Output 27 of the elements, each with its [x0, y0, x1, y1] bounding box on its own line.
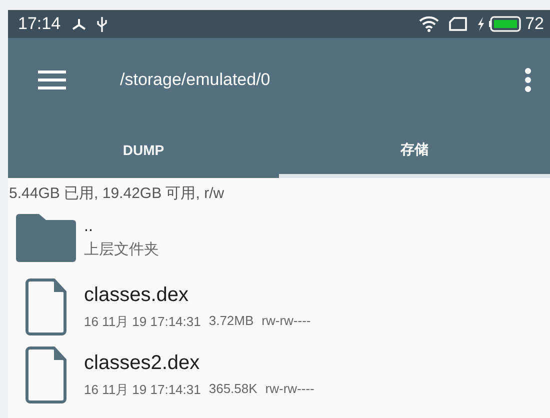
file-size: 365.58K — [208, 380, 258, 398]
usb-tethering-icon — [70, 17, 87, 31]
file-icon[interactable] — [25, 278, 67, 336]
file-permissions: rw-rw---- — [262, 312, 311, 330]
tab[interactable]: 存储 — [279, 122, 550, 178]
battery-percentage: 72 — [525, 14, 544, 34]
more-options-icon[interactable] — [524, 68, 532, 92]
file-permissions: rw-rw---- — [265, 380, 314, 398]
menu-icon[interactable] — [38, 70, 66, 90]
storage-info: 5.44GB 已用, 19.42GB 可用, r/w — [8, 184, 224, 203]
usb-icon — [96, 16, 107, 32]
file-name: classes.dex — [84, 284, 188, 306]
file-size: 3.72MB — [208, 312, 254, 330]
folder-icon[interactable] — [16, 214, 76, 262]
folder-description: 上层文件夹 — [84, 240, 159, 258]
battery-icon — [489, 16, 522, 32]
charging-icon — [477, 17, 486, 31]
clock: 17:14 — [18, 14, 61, 34]
file-date: 16 11月 19 17:14:31 — [84, 312, 201, 330]
wifi-icon — [419, 16, 440, 32]
sim-card-icon — [449, 17, 468, 31]
folder-path: /storage/emulated/0 — [120, 70, 272, 90]
file-name: classes2.dex — [84, 352, 200, 374]
tab[interactable]: DUMP — [8, 122, 279, 178]
file-date: 16 11月 19 17:14:31 — [84, 380, 201, 398]
file-icon[interactable] — [25, 346, 67, 404]
file-name: .. — [84, 218, 93, 236]
